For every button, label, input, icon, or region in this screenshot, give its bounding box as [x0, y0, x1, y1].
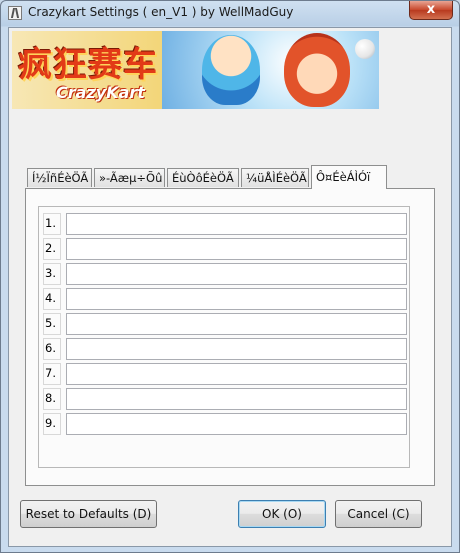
tab-1[interactable]: Í½ÏñÉèÖÃ — [27, 168, 92, 187]
logo-english: CrazyKart — [56, 83, 145, 102]
row-number: 2. — [43, 238, 61, 260]
list-item: 2. — [43, 238, 407, 260]
phrase-input-6[interactable] — [66, 338, 407, 360]
banner-character-left — [202, 35, 260, 105]
tab-panel: 1. 2. 3. 4. 5. 6. 7. 8. 9. — [25, 188, 435, 486]
tab-4[interactable]: ¼üÅÌÉèÖÃ — [241, 168, 309, 187]
close-button[interactable]: x — [409, 1, 453, 20]
cancel-button[interactable]: Cancel (C) — [335, 500, 422, 528]
row-number: 7. — [43, 363, 61, 385]
phrase-input-3[interactable] — [66, 263, 407, 285]
app-icon[interactable] — [8, 6, 22, 20]
logo-chinese: 疯狂赛车 — [18, 45, 158, 85]
settings-window: Crazykart Settings ( en_V1 ) by WellMadG… — [0, 0, 460, 553]
title-bar[interactable]: Crazykart Settings ( en_V1 ) by WellMadG… — [1, 1, 459, 25]
list-item: 8. — [43, 388, 407, 410]
tab-2[interactable]: »-Ãæµ÷Õû — [94, 168, 165, 187]
list-item: 9. — [43, 413, 407, 435]
preset-phrases-group: 1. 2. 3. 4. 5. 6. 7. 8. 9. — [38, 206, 410, 468]
ok-button[interactable]: OK (O) — [238, 500, 326, 528]
row-number: 4. — [43, 288, 61, 310]
list-item: 3. — [43, 263, 407, 285]
phrase-input-8[interactable] — [66, 388, 407, 410]
row-number: 3. — [43, 263, 61, 285]
list-item: 4. — [43, 288, 407, 310]
row-number: 5. — [43, 313, 61, 335]
list-item: 7. — [43, 363, 407, 385]
phrase-input-5[interactable] — [66, 313, 407, 335]
banner-image: 疯狂赛车 CrazyKart — [12, 31, 379, 109]
tab-5[interactable]: Ô¤ÉèÁÌÓï — [311, 165, 387, 189]
phrase-input-4[interactable] — [66, 288, 407, 310]
row-number: 8. — [43, 388, 61, 410]
reset-defaults-button[interactable]: Reset to Defaults (D) — [20, 500, 157, 528]
banner-character-right — [284, 33, 350, 107]
list-item: 5. — [43, 313, 407, 335]
row-number: 6. — [43, 338, 61, 360]
list-item: 1. — [43, 213, 407, 235]
tab-3[interactable]: ÉùÒôÉèÖÃ — [167, 168, 239, 187]
row-number: 9. — [43, 413, 61, 435]
phrase-input-7[interactable] — [66, 363, 407, 385]
phrase-input-2[interactable] — [66, 238, 407, 260]
list-item: 6. — [43, 338, 407, 360]
client-area: 疯狂赛车 CrazyKart Í½ÏñÉèÖÃ »-Ãæµ÷Õû ÉùÒôÉèÖ… — [8, 27, 452, 547]
phrase-input-9[interactable] — [66, 413, 407, 435]
banner-ball — [355, 39, 375, 59]
phrase-input-1[interactable] — [66, 213, 407, 235]
window-title: Crazykart Settings ( en_V1 ) by WellMadG… — [28, 5, 294, 19]
close-icon: x — [426, 2, 436, 17]
row-number: 1. — [43, 213, 61, 235]
